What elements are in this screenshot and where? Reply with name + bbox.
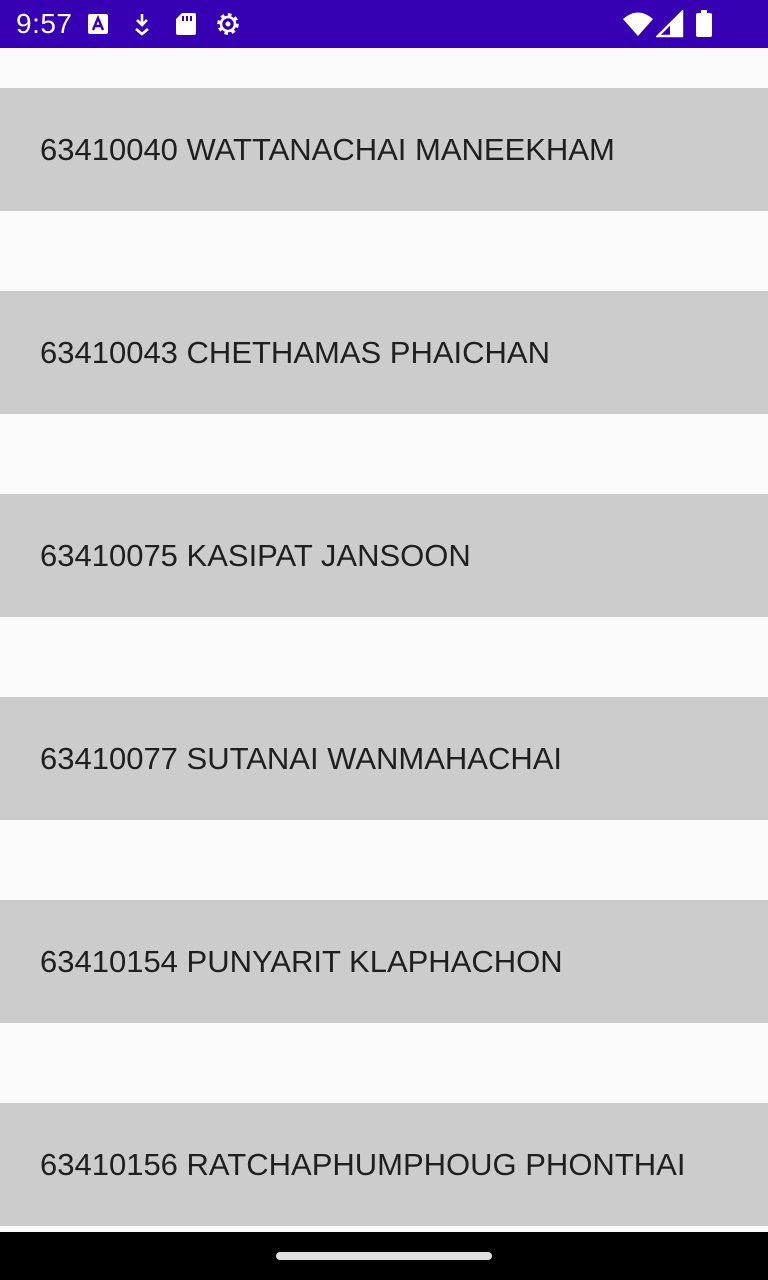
student-list[interactable]: 63410040 WATTANACHAI MANEEKHAM 63410043 … (0, 48, 768, 1232)
list-item-label: 63410043 CHETHAMAS PHAICHAN (40, 335, 550, 370)
list-item[interactable]: 63410154 PUNYARIT KLAPHACHON (0, 900, 768, 1023)
list-item-label: 63410040 WATTANACHAI MANEEKHAM (40, 132, 615, 167)
status-time: 9:57 (16, 8, 73, 39)
wifi-icon (623, 12, 653, 36)
navigation-bar (0, 1232, 768, 1280)
font-a-icon (88, 14, 108, 34)
list-item[interactable]: 63410043 CHETHAMAS PHAICHAN (0, 291, 768, 414)
sd-card-icon (176, 13, 196, 35)
cellular-signal-icon (656, 10, 684, 38)
list-item-label: 63410075 KASIPAT JANSOON (40, 538, 471, 573)
download-icon (135, 14, 149, 36)
list-item-label: 63410156 RATCHAPHUMPHOUG PHONTHAI (40, 1147, 686, 1182)
settings-gear-icon (217, 13, 239, 35)
list-item[interactable]: 63410040 WATTANACHAI MANEEKHAM (0, 88, 768, 211)
list-item-label: 63410077 SUTANAI WANMAHACHAI (40, 741, 563, 776)
list-item-label: 63410154 PUNYARIT KLAPHACHON (40, 944, 563, 979)
list-item[interactable]: 63410156 RATCHAPHUMPHOUG PHONTHAI (0, 1103, 768, 1226)
home-gesture-handle[interactable] (276, 1252, 492, 1260)
battery-icon (696, 10, 712, 37)
status-bar: 9:57 (0, 0, 768, 48)
list-item[interactable]: 63410077 SUTANAI WANMAHACHAI (0, 697, 768, 820)
list-item[interactable]: 63410075 KASIPAT JANSOON (0, 494, 768, 617)
